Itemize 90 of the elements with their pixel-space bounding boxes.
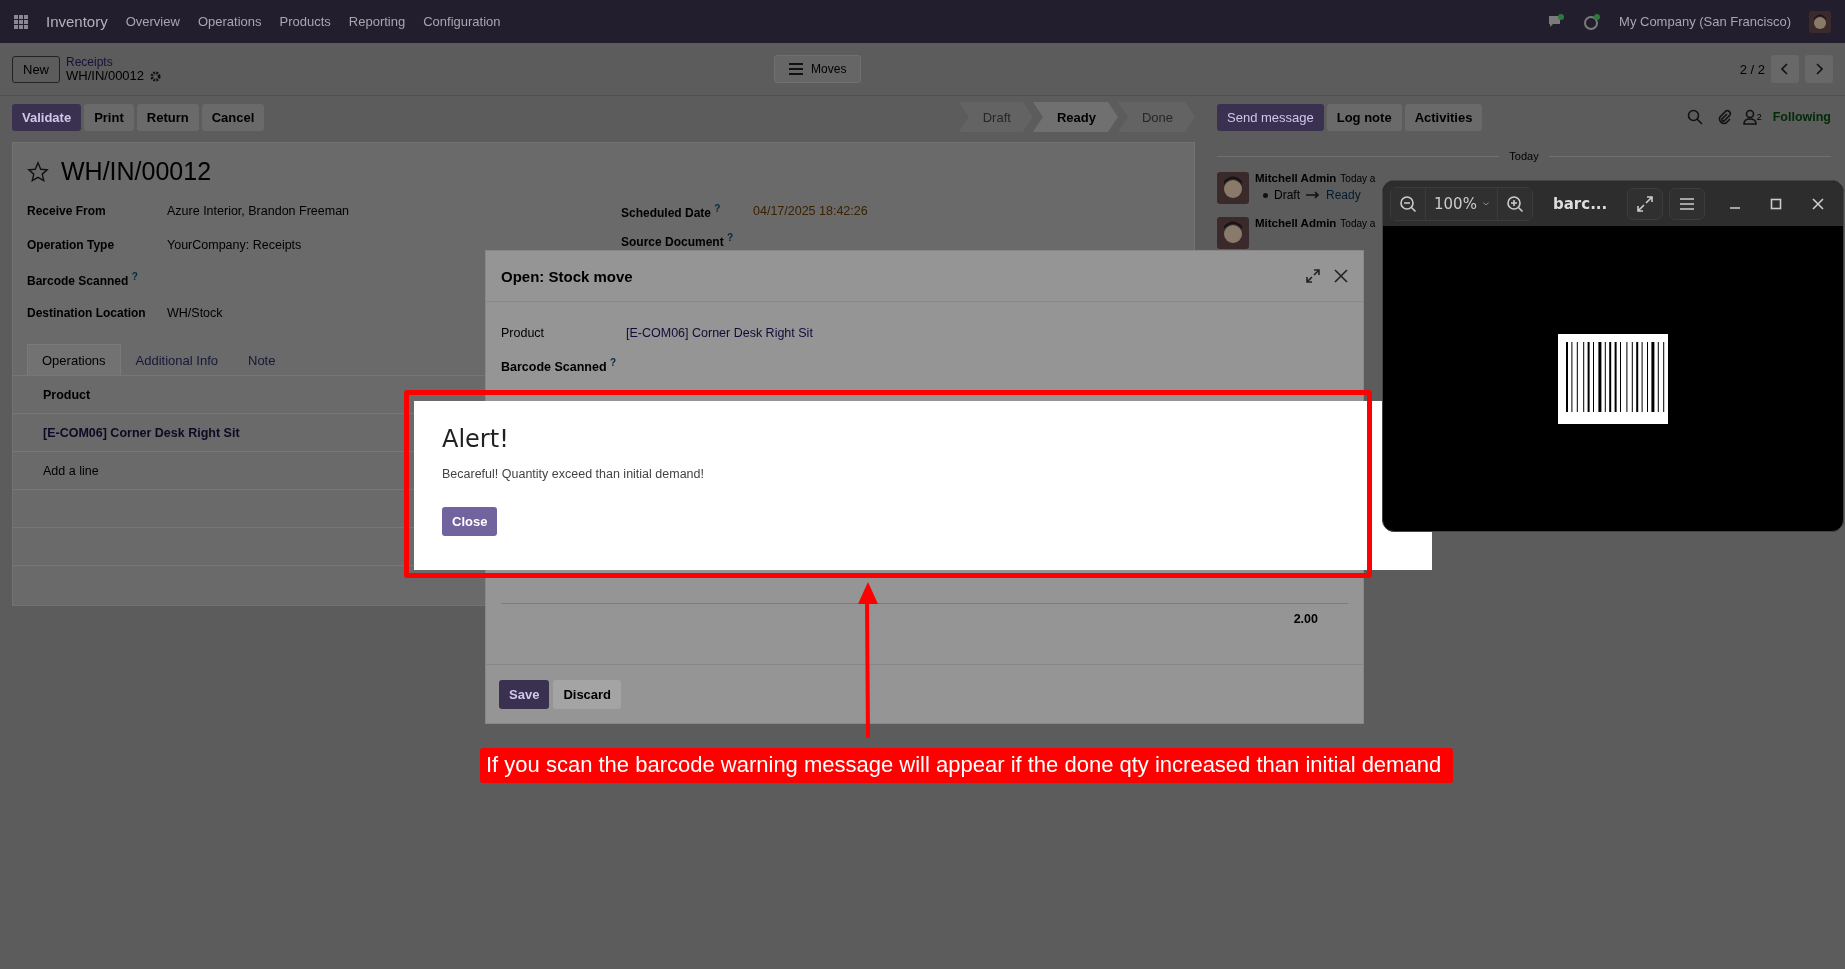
field-label: Operation Type bbox=[27, 238, 116, 252]
dialog-title: Open: Stock move bbox=[501, 267, 633, 285]
previous-button[interactable] bbox=[1771, 55, 1799, 83]
expand-icon[interactable] bbox=[1306, 269, 1320, 283]
dialog-button[interactable]: Discard bbox=[553, 679, 622, 709]
status-step[interactable]: Ready bbox=[1032, 102, 1118, 132]
field-value[interactable]: WH/Stock bbox=[167, 306, 223, 320]
company-name[interactable]: My Company (San Francisco) bbox=[1619, 14, 1791, 29]
user-avatar-icon[interactable] bbox=[1809, 10, 1831, 33]
message-author[interactable]: Mitchell Admin bbox=[1255, 172, 1337, 184]
action-button[interactable]: Validate bbox=[12, 103, 82, 131]
date-divider: Today bbox=[1509, 150, 1539, 162]
chat-icon[interactable] bbox=[1547, 13, 1566, 30]
dialog-button[interactable]: Save bbox=[499, 679, 550, 709]
avatar-icon bbox=[1217, 217, 1249, 249]
menu-icon bbox=[1678, 196, 1695, 211]
chatter-button[interactable]: Activities bbox=[1404, 103, 1483, 131]
action-button[interactable]: Print bbox=[84, 103, 134, 131]
maximize-icon bbox=[1770, 197, 1783, 210]
breadcrumb-current: WH/IN/00012 bbox=[66, 69, 145, 83]
field-value[interactable]: YourCompany: Receipts bbox=[167, 238, 302, 252]
zoom-out-button[interactable] bbox=[1391, 187, 1426, 220]
pager-text: 2 / 2 bbox=[1739, 61, 1765, 77]
avatar-icon bbox=[1217, 172, 1249, 204]
total-value: 2.00 bbox=[1293, 612, 1318, 626]
table-cell[interactable]: [E-COM06] Corner Desk Right Sit bbox=[43, 425, 240, 440]
menu-item[interactable]: Overview bbox=[125, 14, 180, 29]
tab[interactable]: Additional Info bbox=[120, 344, 233, 376]
field-label: Receive From bbox=[27, 204, 107, 218]
user-icon[interactable] bbox=[1742, 109, 1757, 125]
action-button[interactable]: Return bbox=[136, 103, 199, 131]
zoom-out-icon bbox=[1399, 194, 1417, 213]
caret-icon bbox=[1482, 199, 1489, 208]
column-header: Product bbox=[43, 387, 91, 402]
field-label: Scheduled Date $^{?}$ bbox=[621, 202, 722, 220]
fullscreen-button[interactable] bbox=[1627, 187, 1663, 220]
tab[interactable]: Note bbox=[233, 344, 291, 376]
app-name[interactable]: Inventory bbox=[46, 13, 108, 30]
menu-item[interactable]: Products bbox=[279, 14, 331, 29]
close-button[interactable]: Close bbox=[442, 507, 498, 536]
search-icon[interactable] bbox=[1686, 109, 1703, 125]
status-step[interactable]: Draft bbox=[958, 102, 1033, 132]
chevron-left-icon bbox=[1781, 63, 1789, 75]
menu-item[interactable]: Configuration bbox=[423, 14, 501, 29]
field-label: Barcode Scanned $^{?}$ bbox=[501, 356, 618, 375]
tracking-old-value: Draft bbox=[1274, 188, 1300, 202]
alert-title: Alert! bbox=[442, 425, 509, 453]
star-icon[interactable] bbox=[27, 160, 49, 183]
field-label: Source Document $^{?}$ bbox=[621, 232, 735, 249]
add-line-link[interactable]: Add a line bbox=[43, 463, 99, 478]
chatter-button[interactable]: Send message bbox=[1217, 103, 1324, 131]
record-title: WH/IN/00012 bbox=[61, 157, 212, 186]
field-label: Barcode Scanned $^{?}$ bbox=[27, 270, 139, 288]
alert-message: Becareful! Quantity exceed than initial demand! bbox=[442, 467, 704, 481]
arrow-icon bbox=[1306, 191, 1320, 199]
new-button[interactable]: New bbox=[12, 55, 60, 83]
message-author[interactable]: Mitchell Admin bbox=[1255, 217, 1337, 229]
menu-item[interactable]: Operations bbox=[197, 14, 262, 29]
chevron-right-icon bbox=[1815, 63, 1823, 75]
field-value[interactable]: [E-COM06] Corner Desk Right Sit bbox=[626, 325, 813, 340]
barcode-icon bbox=[1558, 333, 1668, 424]
follower-count: 2 bbox=[1756, 112, 1762, 122]
field-label: Destination Location bbox=[27, 306, 147, 320]
field-label: Product bbox=[501, 325, 546, 340]
apps-grid-icon[interactable] bbox=[14, 14, 28, 29]
annotation-label: If you scan the barcode warning message will appear if the done qty increased than initial demand bbox=[480, 748, 1454, 783]
bullet-icon bbox=[1263, 192, 1268, 198]
tracking-new-value: Ready bbox=[1326, 188, 1361, 202]
breadcrumb-link[interactable]: Receipts bbox=[66, 55, 162, 69]
next-button[interactable] bbox=[1805, 55, 1833, 83]
following-button[interactable]: Following bbox=[1772, 110, 1831, 124]
message-time: Today a bbox=[1340, 218, 1376, 229]
window-title: barc... bbox=[1553, 194, 1608, 213]
gear-icon[interactable] bbox=[150, 70, 162, 82]
field-value[interactable]: Azure Interior, Brandon Freeman bbox=[167, 204, 350, 218]
action-button[interactable]: Cancel bbox=[201, 103, 265, 131]
list-icon bbox=[789, 63, 804, 75]
field-value[interactable]: 04/17/2025 18:42:26 bbox=[753, 204, 868, 218]
moves-button[interactable]: Moves bbox=[774, 55, 862, 83]
close-icon bbox=[1812, 197, 1825, 210]
menu-button[interactable] bbox=[1669, 187, 1705, 220]
close-icon[interactable] bbox=[1334, 269, 1348, 283]
message-time: Today a bbox=[1340, 173, 1376, 184]
zoom-in-icon bbox=[1506, 194, 1524, 213]
expand-icon bbox=[1637, 195, 1654, 212]
minimize-icon bbox=[1728, 206, 1741, 209]
menu-item[interactable]: Reporting bbox=[348, 14, 406, 29]
tab[interactable]: Operations bbox=[27, 344, 121, 376]
status-step[interactable]: Done bbox=[1117, 102, 1195, 132]
chatter-button[interactable]: Log note bbox=[1326, 103, 1402, 131]
